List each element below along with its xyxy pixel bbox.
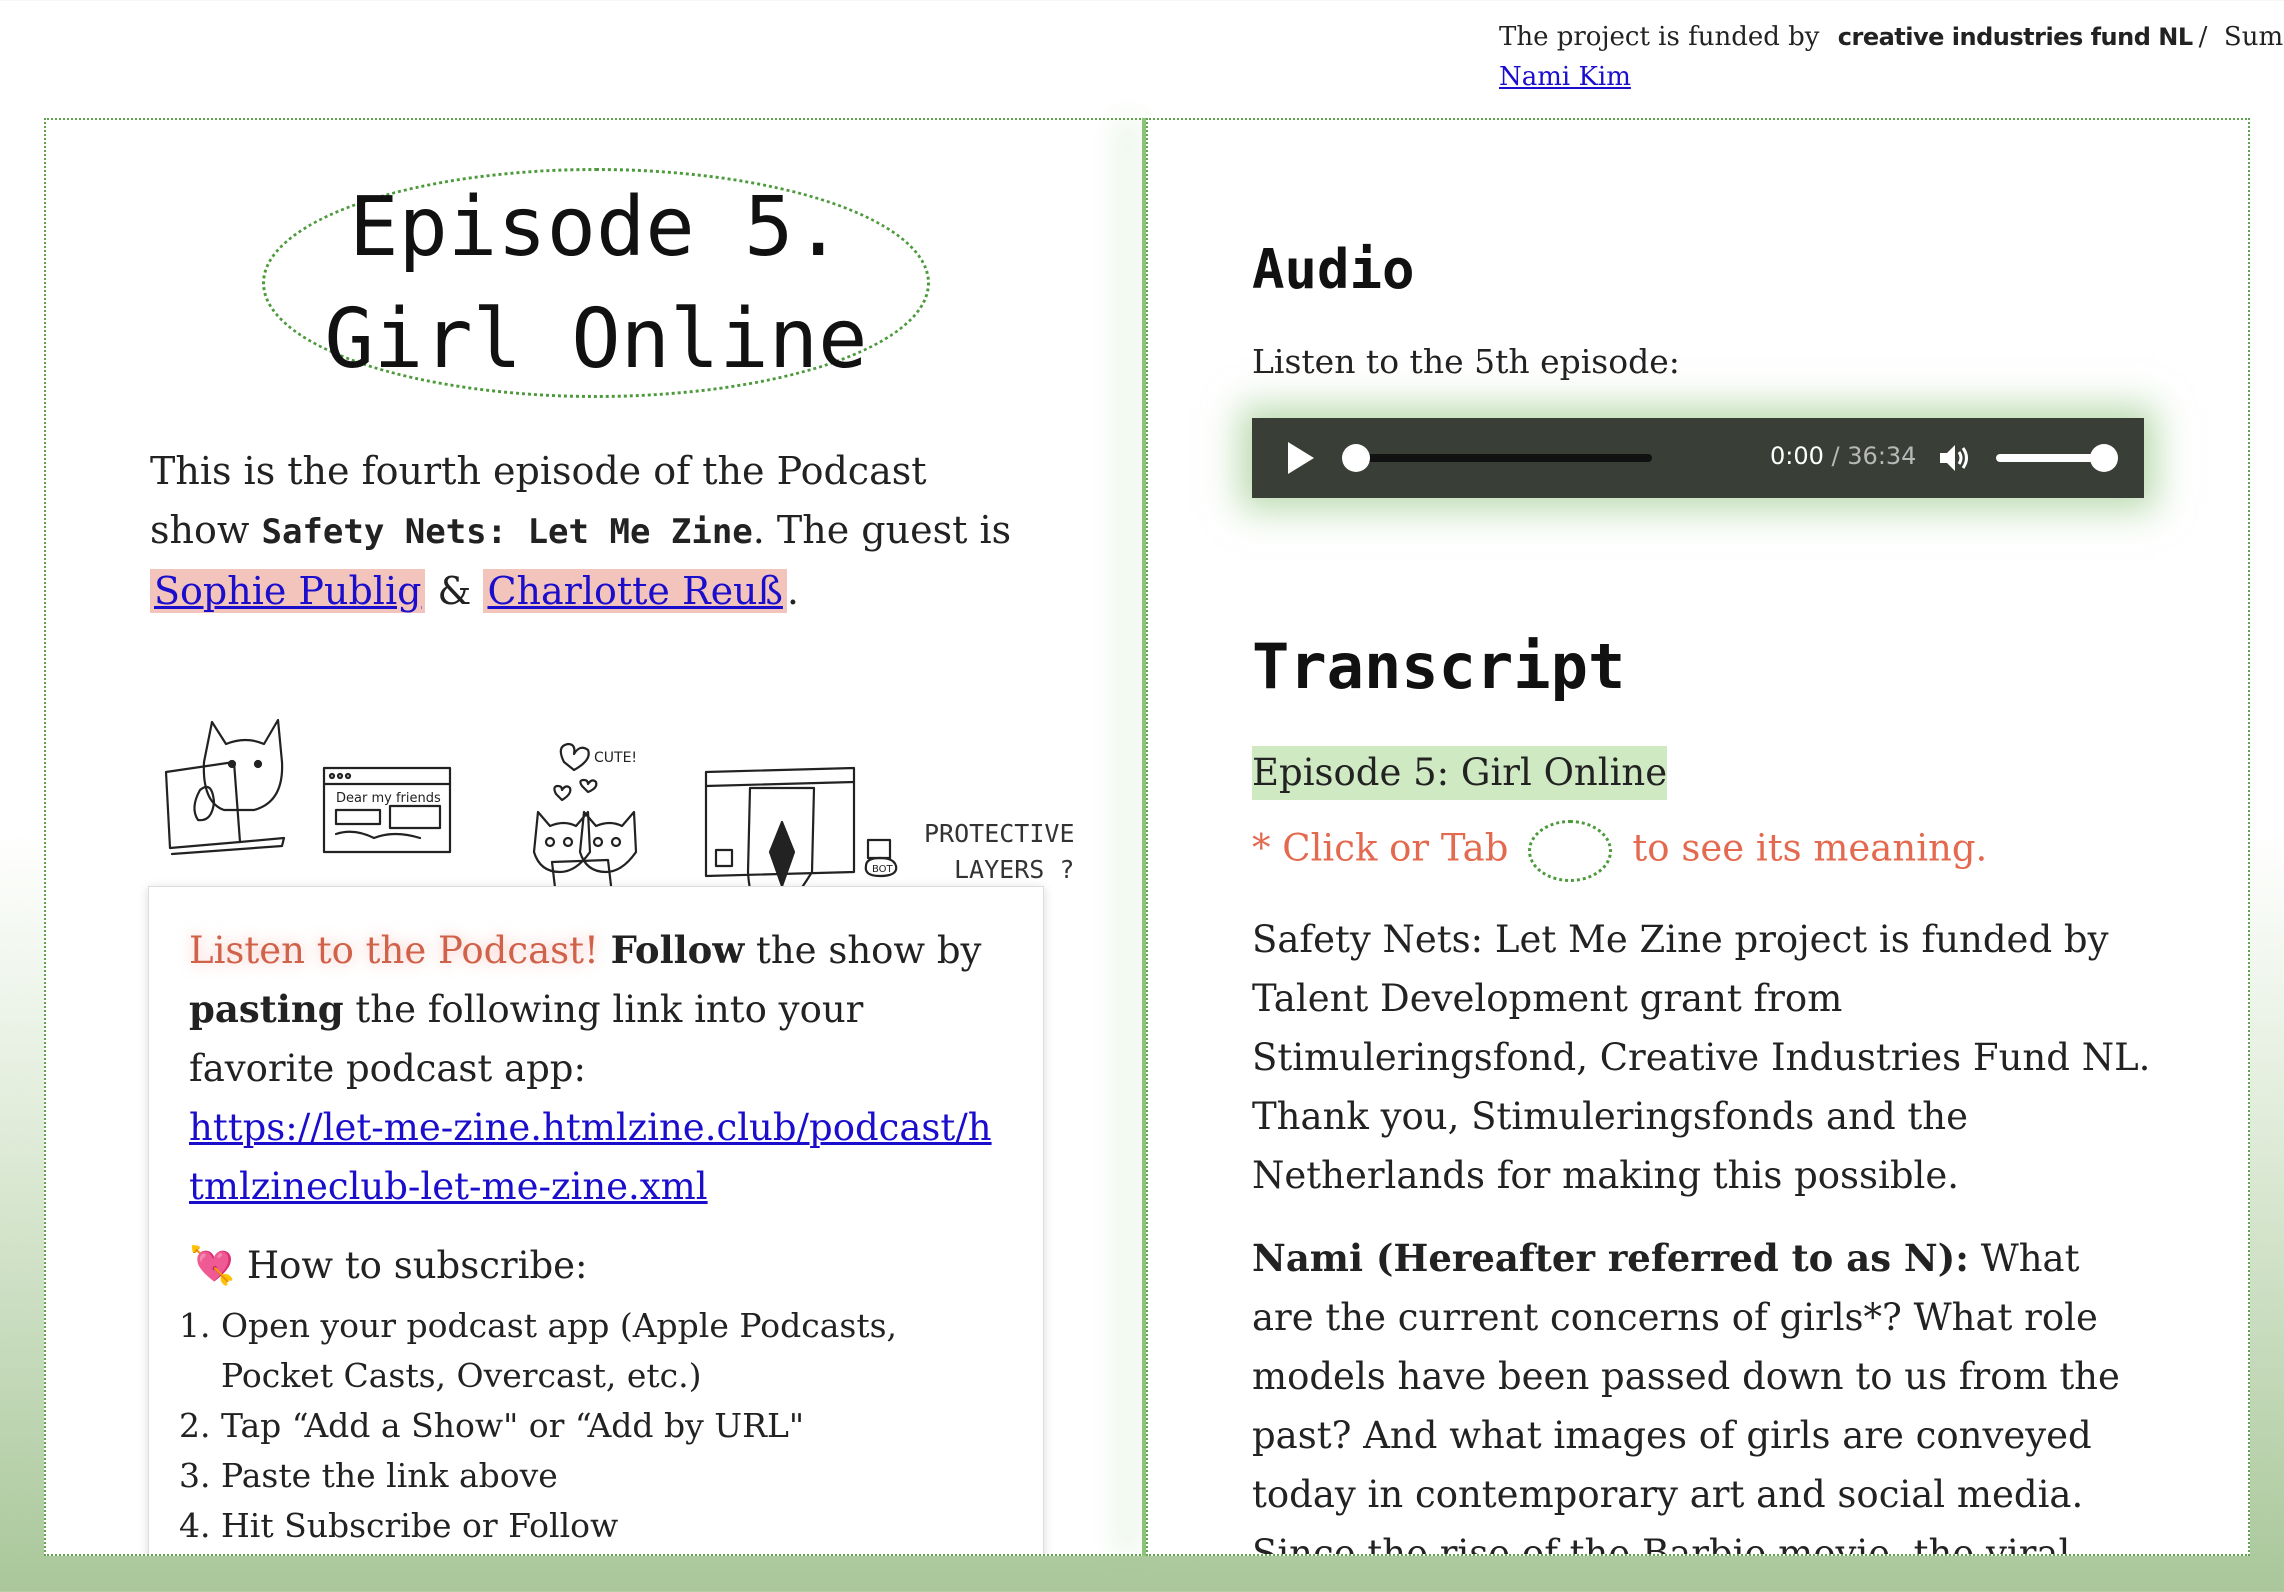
page-title: Episode 5. Girl Online <box>196 172 996 396</box>
title-line-2: Girl Online <box>324 292 868 387</box>
top-bar: The project is funded by creative indust… <box>1499 22 2284 92</box>
hint-text-post: to see its meaning. <box>1632 826 1988 870</box>
ampersand: & <box>437 569 472 613</box>
follow-word: Follow <box>610 928 745 972</box>
intro-mid-text: . The guest is <box>752 508 1012 552</box>
cats-hearts-doodle: CUTE! <box>532 742 638 898</box>
volume-slider[interactable] <box>1996 444 2118 472</box>
volume-handle[interactable] <box>2090 444 2118 472</box>
time-display: 0:00 / 36:34 <box>1770 442 1916 470</box>
speaker-text: What are the current concerns of girls*?… <box>1252 1237 2120 1556</box>
hint-text-pre: * Click or Tab <box>1252 826 1509 870</box>
heart-arrow-icon: 💘 <box>189 1244 236 1287</box>
listen-label: Listen to the 5th episode: <box>1252 342 1680 381</box>
doodle-dear-text: Dear my friends <box>336 791 441 806</box>
funded-by-text: The project is funded by <box>1499 22 1820 52</box>
transcript-body: Safety Nets: Let Me Zine project is fund… <box>1252 910 2152 1556</box>
subscribe-paragraph: Listen to the Podcast! Follow the show b… <box>189 921 1003 1216</box>
doodle-cute-text: CUTE! <box>594 750 637 766</box>
doodle-layers-text: LAYERS ? <box>954 855 1074 884</box>
episode-label: Episode 5: Girl Online <box>1252 746 1668 800</box>
audio-player: 0:00 / 36:34 <box>1252 418 2144 498</box>
audio-heading: Audio <box>1252 238 1415 301</box>
current-time: 0:00 <box>1770 442 1824 470</box>
podcast-feed-link[interactable]: https://let-me-zine.htmlzine.club/podcas… <box>189 1106 992 1208</box>
follow-rest: the show by <box>755 929 982 972</box>
author-link[interactable]: Nami Kim <box>1499 62 2284 92</box>
listen-callout: Listen to the Podcast! <box>189 929 599 972</box>
duration: 36:34 <box>1847 442 1917 470</box>
fund-logo-text: creative industries fund NL <box>1837 23 2193 51</box>
transcript-paragraph: Nami (Hereafter referred to as N): What … <box>1252 1229 2152 1556</box>
list-item: Hit Subscribe or Follow <box>221 1501 1003 1551</box>
volume-fill <box>1996 454 2104 462</box>
bot-doodle: BOT PROTECTIVE LAYERS ? <box>864 819 1075 884</box>
intro-period: . <box>786 569 800 613</box>
doodle-bot-text: BOT <box>872 864 894 875</box>
summary-label: Summary: <box>2223 22 2284 52</box>
volume-icon[interactable] <box>1936 440 1972 476</box>
subscribe-box: Listen to the Podcast! Follow the show b… <box>148 886 1044 1554</box>
list-item: Tap “Add a Show" or “Add by URL" <box>221 1401 1003 1451</box>
show-name: Safety Nets: Let Me Zine <box>261 512 753 552</box>
play-icon[interactable] <box>1288 442 1314 474</box>
doodle-protective-text: PROTECTIVE <box>924 819 1075 848</box>
list-item: Open your podcast app (Apple Podcasts, P… <box>221 1301 1003 1401</box>
time-separator: / <box>1831 442 1840 470</box>
subscribe-steps-list: Open your podcast app (Apple Podcasts, P… <box>189 1301 1003 1551</box>
glossary-oval-example[interactable] <box>1528 820 1613 882</box>
howto-label: How to subscribe: <box>246 1244 588 1287</box>
speaker-label: Nami (Hereafter referred to as N): <box>1252 1236 1969 1280</box>
glossary-hint: * Click or Tab to see its meaning. <box>1252 820 1987 882</box>
intro-paragraph: This is the fourth episode of the Podcas… <box>150 442 1030 621</box>
cat-laptop-doodle <box>164 718 286 856</box>
progress-slider[interactable] <box>1342 444 1652 472</box>
guest-link-charlotte[interactable]: Charlotte Reuß <box>483 569 787 613</box>
transcript-heading: Transcript <box>1252 630 1626 703</box>
title-line-1: Episode 5. <box>349 180 843 275</box>
funding-paragraph: Safety Nets: Let Me Zine project is fund… <box>1252 918 2151 1197</box>
pasting-word: pasting <box>189 987 344 1031</box>
guest-link-sophie[interactable]: Sophie Publig <box>150 569 426 613</box>
browser-window-doodle: Dear my friends <box>322 766 452 854</box>
separator: / <box>2198 22 2208 52</box>
episode-info-panel: Episode 5. Girl Online This is the fourt… <box>44 118 1148 1556</box>
how-to-subscribe-heading: 💘 How to subscribe: <box>189 1236 1003 1295</box>
progress-handle[interactable] <box>1342 444 1370 472</box>
transcript-panel: Audio Listen to the 5th episode: 0:00 / … <box>1146 118 2250 1556</box>
list-item: Paste the link above <box>221 1451 1003 1501</box>
